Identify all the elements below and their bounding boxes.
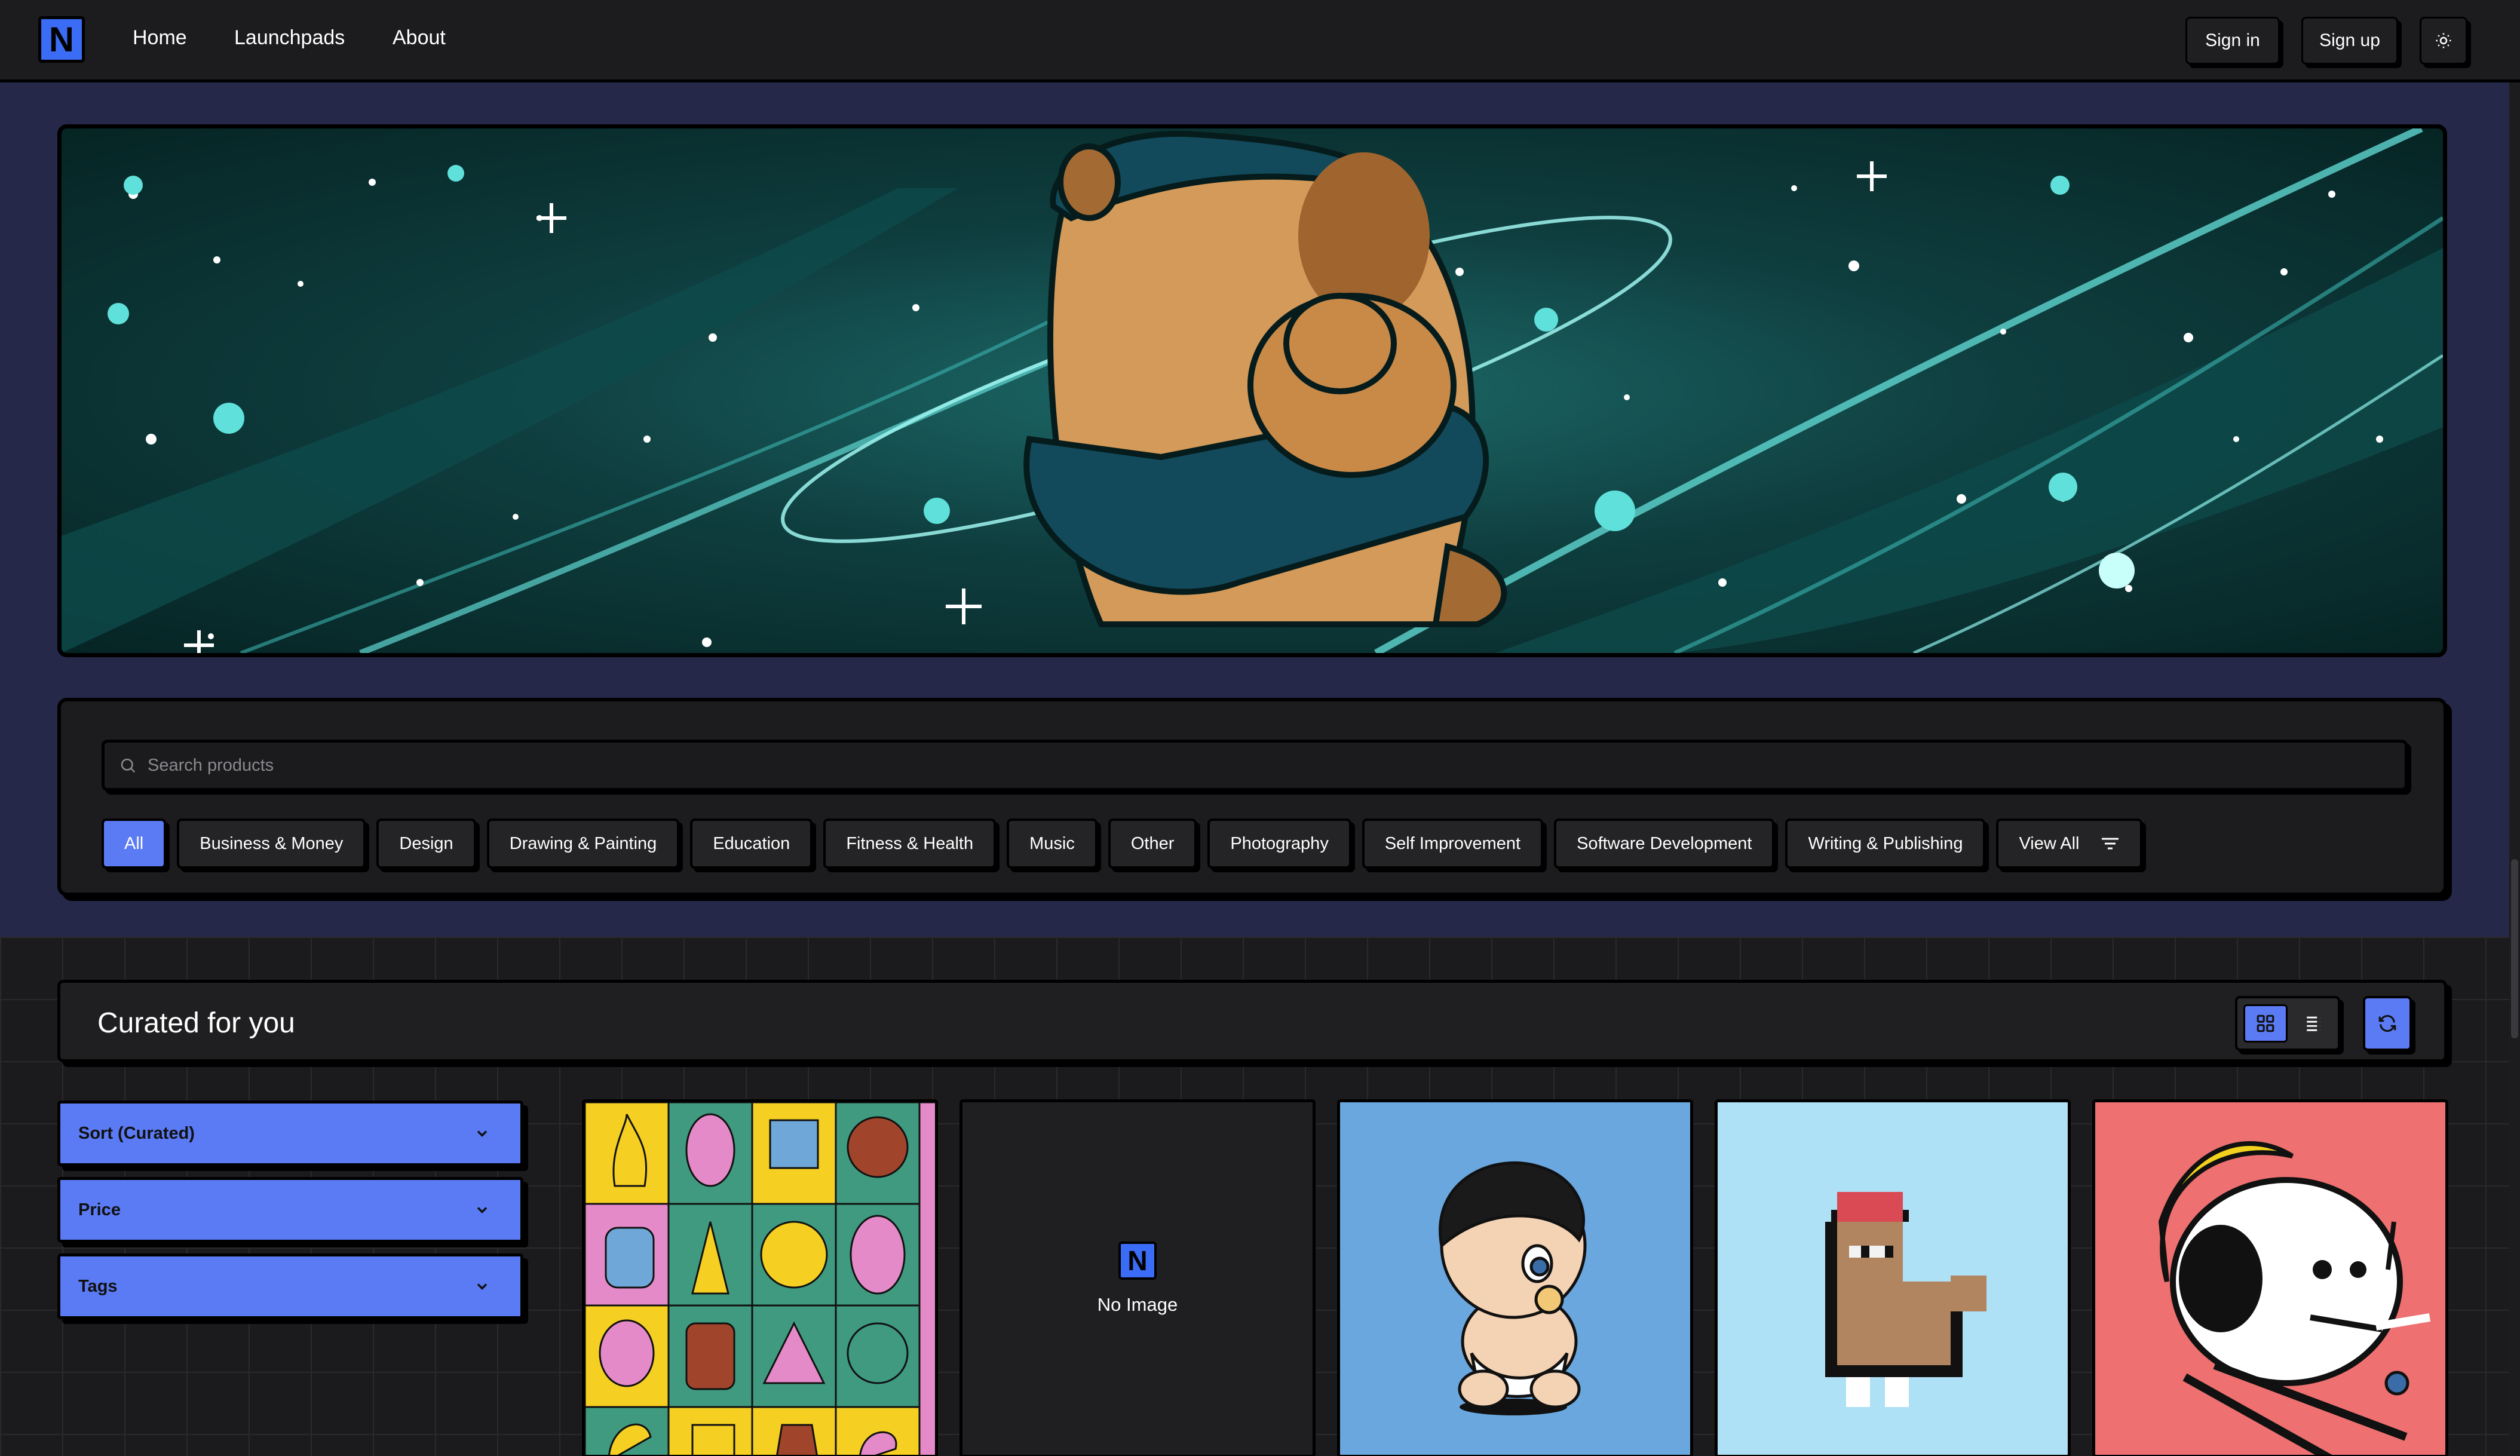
sort-dropdown[interactable]: Sort (Curated) xyxy=(57,1101,523,1166)
price-label: Price xyxy=(78,1200,121,1219)
list-view-button[interactable] xyxy=(2294,1004,2335,1043)
sign-in-button[interactable]: Sign in xyxy=(2185,17,2280,65)
tags-label: Tags xyxy=(78,1276,118,1296)
category-chip-other[interactable]: Other xyxy=(1108,819,1197,869)
category-chip-music[interactable]: Music xyxy=(1007,819,1097,869)
category-chips: All Business & Money Design Drawing & Pa… xyxy=(102,819,2143,869)
nav-link-launchpads[interactable]: Launchpads xyxy=(234,26,345,50)
nav-link-home[interactable]: Home xyxy=(133,26,187,50)
sort-label: Sort (Curated) xyxy=(78,1123,195,1143)
theme-toggle-button[interactable] xyxy=(2420,17,2467,65)
category-chip-software-development[interactable]: Software Development xyxy=(1554,819,1775,869)
capybara-space-illustration xyxy=(62,128,2443,653)
category-chip-photography[interactable]: Photography xyxy=(1207,819,1351,869)
product-card[interactable] xyxy=(2092,1099,2448,1456)
refresh-icon xyxy=(2378,1014,2396,1032)
product-card[interactable] xyxy=(1715,1099,2071,1456)
capybara-figure xyxy=(1023,130,1507,627)
grid-view-button[interactable] xyxy=(2243,1004,2288,1043)
tags-dropdown[interactable]: Tags xyxy=(57,1253,523,1319)
product-thumbnail-pixel-bird xyxy=(1718,1102,2068,1455)
top-navbar: N Home Launchpads About Sign in Sign up xyxy=(0,0,2520,82)
hero-banner-image xyxy=(57,124,2447,657)
view-toggle xyxy=(2235,996,2340,1051)
nav-link-about[interactable]: About xyxy=(393,26,446,50)
search-placeholder: Search products xyxy=(148,755,274,775)
category-chip-self-improvement[interactable]: Self Improvement xyxy=(1362,819,1544,869)
refresh-button[interactable] xyxy=(2363,996,2412,1051)
product-thumbnail-headphone-character xyxy=(2095,1102,2445,1455)
scrollbar-thumb[interactable] xyxy=(2511,859,2518,1038)
view-all-button[interactable]: View All xyxy=(1996,819,2143,869)
search-input[interactable]: Search products xyxy=(102,740,2408,791)
category-chip-design[interactable]: Design xyxy=(376,819,476,869)
chevron-down-icon xyxy=(477,1130,488,1137)
category-chip-all[interactable]: All xyxy=(102,819,167,869)
product-thumbnail-baby-character xyxy=(1340,1102,1690,1455)
price-dropdown[interactable]: Price xyxy=(57,1177,523,1243)
sign-up-button[interactable]: Sign up xyxy=(2301,17,2398,65)
product-card[interactable] xyxy=(582,1099,938,1456)
curated-title: Curated for you xyxy=(97,1007,295,1039)
view-all-label: View All xyxy=(2019,833,2080,853)
no-image-label: No Image xyxy=(1097,1294,1178,1315)
grid-icon xyxy=(2257,1014,2274,1032)
category-chip-writing-publishing[interactable]: Writing & Publishing xyxy=(1785,819,1986,869)
list-icon xyxy=(2307,1016,2322,1031)
filter-lines-icon xyxy=(2102,838,2119,850)
curated-header: Curated for you xyxy=(57,980,2447,1062)
search-panel: Search products All Business & Money Des… xyxy=(57,698,2447,896)
chevron-down-icon xyxy=(477,1207,488,1213)
chevron-down-icon xyxy=(477,1283,488,1290)
sun-icon xyxy=(2436,33,2451,48)
site-logo[interactable]: N xyxy=(38,16,85,63)
product-card[interactable]: N No Image xyxy=(959,1099,1316,1456)
search-icon xyxy=(121,758,136,773)
category-chip-fitness-health[interactable]: Fitness & Health xyxy=(823,819,997,869)
category-chip-education[interactable]: Education xyxy=(690,819,813,869)
product-card[interactable] xyxy=(1337,1099,1693,1456)
product-thumbnail-character-grid xyxy=(585,1102,935,1455)
products-section: Curated for you Sort (Curated) Price Tag… xyxy=(0,937,2509,1456)
category-chip-business-money[interactable]: Business & Money xyxy=(177,819,366,869)
category-chip-drawing-painting[interactable]: Drawing & Painting xyxy=(486,819,680,869)
page-scrollbar[interactable] xyxy=(2509,82,2520,1456)
no-image-logo: N xyxy=(1118,1242,1157,1280)
hero-section: Search products All Business & Money Des… xyxy=(0,82,2509,937)
